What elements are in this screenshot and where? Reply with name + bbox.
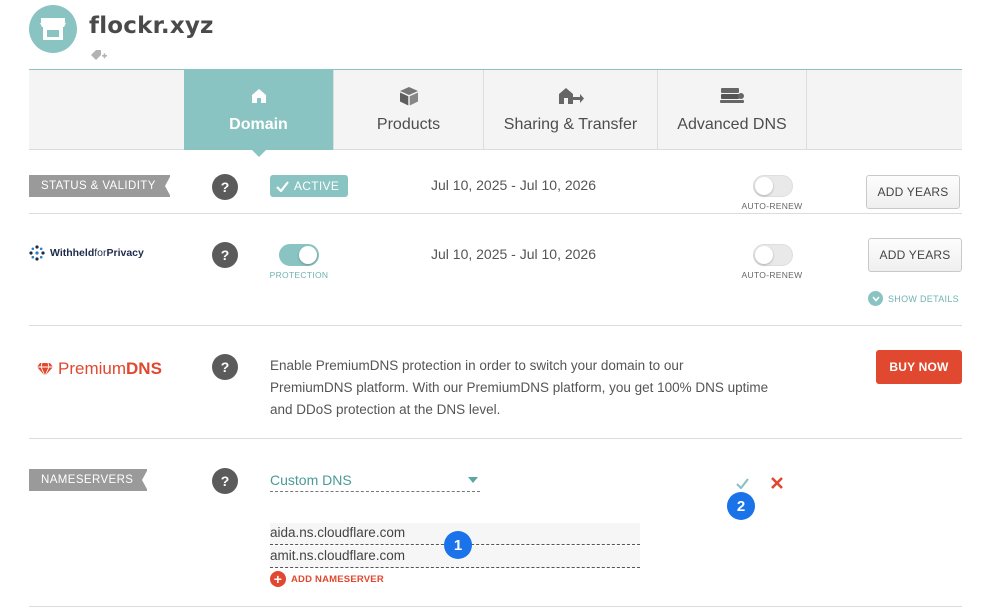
privacy-add-years-button[interactable]: ADD YEARS <box>868 238 962 272</box>
plus-icon: + <box>270 571 286 587</box>
row-divider <box>29 213 962 214</box>
add-nameserver-button[interactable]: + ADD NAMESERVER <box>270 571 384 587</box>
server-icon <box>720 88 744 103</box>
premium-dns-line-3: and DDoS protection at the DNS level. <box>270 402 501 417</box>
row-divider <box>29 606 962 607</box>
chevron-down-icon <box>868 291 883 306</box>
premium-dns-logo: PremiumDNS <box>37 359 162 379</box>
auto-renew-toggle[interactable] <box>753 175 793 197</box>
domain-title: flockr.xyz <box>89 13 214 39</box>
privacy-logo-text-1: Withheld <box>50 247 95 259</box>
premium-logo-text-1: Premium <box>58 359 127 378</box>
privacy-dates: Jul 10, 2025 - Jul 10, 2026 <box>431 246 597 262</box>
tab-label: Sharing & Transfer <box>503 116 638 133</box>
house-transfer-icon <box>558 88 584 104</box>
buy-now-button[interactable]: BUY NOW <box>876 350 962 384</box>
add-tag-icon[interactable] <box>90 49 108 66</box>
tab-products[interactable]: Products <box>333 70 483 150</box>
protection-caption: PROTECTION <box>269 270 329 280</box>
premium-dns-line-2: PremiumDNS platform. With our PremiumDNS… <box>270 380 769 395</box>
step-marker-1: 1 <box>444 531 472 559</box>
domain-avatar <box>29 5 77 53</box>
confirm-check-icon[interactable] <box>736 474 749 493</box>
tab-advanced-dns[interactable]: Advanced DNS <box>657 70 807 150</box>
protection-toggle[interactable] <box>279 244 319 266</box>
premium-dns-description: Enable PremiumDNS protection in order to… <box>270 355 830 421</box>
help-icon[interactable]: ? <box>212 242 238 268</box>
help-icon[interactable]: ? <box>212 354 238 380</box>
show-details-link[interactable]: SHOW DETAILS <box>868 291 959 306</box>
cancel-x-icon[interactable] <box>771 474 783 493</box>
help-icon[interactable]: ? <box>212 468 238 494</box>
withheld-for-privacy-logo: WithheldforPrivacy <box>29 245 144 261</box>
step-marker-2: 2 <box>727 492 755 520</box>
privacy-auto-renew-caption: AUTO-RENEW <box>741 270 803 280</box>
tab-domain[interactable]: Domain <box>184 70 333 157</box>
home-icon <box>251 89 266 103</box>
add-nameserver-text: ADD NAMESERVER <box>291 573 384 585</box>
check-icon <box>276 180 289 192</box>
tab-label: Products <box>376 116 441 133</box>
row-divider <box>29 438 962 439</box>
validity-dates: Jul 10, 2025 - Jul 10, 2026 <box>431 177 597 193</box>
privacy-logo-icon <box>29 245 45 261</box>
tab-label: Advanced DNS <box>677 116 787 133</box>
store-icon <box>40 18 66 40</box>
help-icon[interactable]: ? <box>212 174 238 200</box>
status-validity-label: STATUS & VALIDITY <box>29 175 171 197</box>
caret-down-icon <box>468 476 478 483</box>
dns-type-value: Custom DNS <box>270 471 352 488</box>
show-details-text: SHOW DETAILS <box>888 293 959 304</box>
dns-type-select[interactable]: Custom DNS <box>270 468 480 492</box>
premium-logo-text-2: DNS <box>126 359 162 378</box>
status-badge: ACTIVE <box>270 175 349 197</box>
privacy-logo-text-2: for <box>94 247 107 259</box>
add-years-button[interactable]: ADD YEARS <box>866 175 960 209</box>
row-divider <box>29 325 962 326</box>
privacy-auto-renew-toggle[interactable] <box>753 244 793 266</box>
diamond-icon <box>37 362 53 376</box>
nameservers-label: NAMESERVERS <box>29 469 149 491</box>
box-icon <box>399 87 418 106</box>
tab-sharing-transfer[interactable]: Sharing & Transfer <box>483 70 657 150</box>
status-badge-text: ACTIVE <box>294 179 340 193</box>
tab-label: Domain <box>229 116 288 133</box>
auto-renew-caption: AUTO-RENEW <box>741 201 803 211</box>
domain-tabs: Domain Products Sharing & Transfer Advan… <box>29 69 962 157</box>
privacy-logo-text-3: Privacy <box>106 247 144 259</box>
premium-dns-line-1: Enable PremiumDNS protection in order to… <box>270 358 684 373</box>
